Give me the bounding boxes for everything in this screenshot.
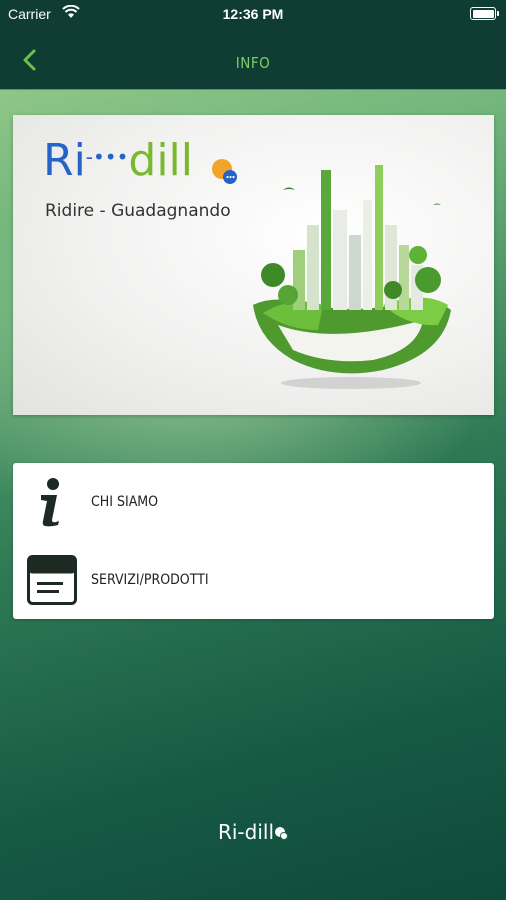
hero-banner: Ri-•••dill Ridire - Guadagnando [13,115,494,415]
brand-logo: Ri-•••dill [43,139,193,183]
clock: 12:36 PM [222,6,284,22]
info-icon [41,478,59,527]
logo-part-dill: dill [128,135,194,186]
status-bar: Carrier 12:36 PM [0,0,506,28]
logo-part-ri: Ri [43,135,86,186]
footer-logo-text: Ri-dill [217,820,275,844]
eco-city-illustration [253,165,451,389]
menu-item-label: SERVIZI/PRODOTTI [91,572,209,588]
page-title: INFO [235,54,271,72]
menu-item-servizi-prodotti[interactable]: SERVIZI/PRODOTTI [13,541,494,619]
battery-icon [470,7,499,20]
menu-item-chi-siamo[interactable]: CHI SIAMO [13,463,494,541]
menu-item-label: CHI SIAMO [91,494,159,510]
info-menu: CHI SIAMO SERVIZI/PRODOTTI [13,463,494,619]
footer-logo: Ri-dill [0,820,506,844]
logo-dots: -••• [85,145,129,169]
footer-chat-bubble-icon [275,827,289,840]
card-list-icon [27,555,77,605]
navigation-bar: INFO [0,28,506,90]
tagline: Ridire - Guadagnando [45,201,231,221]
